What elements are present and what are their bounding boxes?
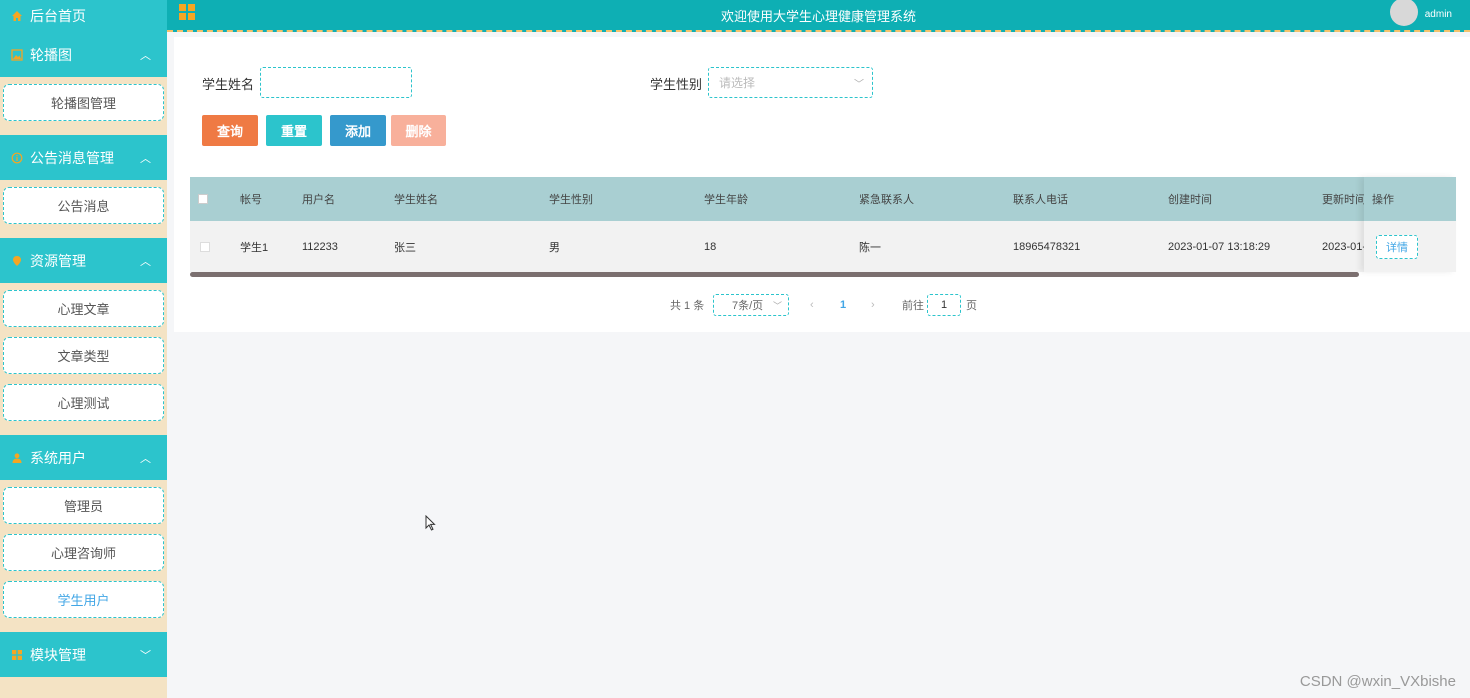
sidebar-item-notice[interactable]: 公告消息 (3, 187, 164, 224)
next-page-icon[interactable]: › (871, 293, 875, 317)
chevron-up-icon: ︿ (140, 49, 151, 62)
sidebar-group-label: 公告消息管理 (30, 149, 114, 166)
pagination: 共 1 条 7条/页 ﹀ ‹ 1 › 前往 1 页 (174, 293, 1470, 317)
select-all-checkbox[interactable] (198, 177, 218, 221)
chevron-down-icon: ﹀ (772, 300, 782, 311)
column-header[interactable]: 用户名 (302, 177, 382, 221)
sidebar-group-system-users[interactable]: 系统用户 ︿ (0, 435, 167, 480)
cell-name: 张三 (394, 241, 416, 254)
cell-age: 18 (704, 240, 717, 253)
total-count: 共 1 条 (670, 300, 705, 312)
location-icon (10, 254, 24, 268)
sidebar-group-label: 轮播图 (30, 46, 72, 63)
sidebar-group-modules[interactable]: 模块管理 ﹀ (0, 632, 167, 677)
add-button[interactable]: 添加 (330, 115, 386, 146)
column-header[interactable]: 联系人电话 (1013, 177, 1113, 221)
cell-phone: 18965478321 (1013, 240, 1081, 253)
column-header[interactable]: 帐号 (240, 177, 290, 221)
main-panel: 学生姓名 学生性别 请选择 ﹀ 查询 重置 添加 删除 帐号 用户名 学生姓名 … (174, 37, 1470, 332)
cell-updated: 2023-01- (1322, 240, 1364, 253)
sidebar-group-label: 资源管理 (30, 252, 86, 269)
student-name-label: 学生姓名 (202, 77, 255, 92)
user-icon (10, 451, 24, 465)
chevron-up-icon: ︿ (140, 452, 151, 465)
horizontal-scrollbar[interactable] (190, 272, 1359, 277)
page-size-select[interactable]: 7条/页 ﹀ (713, 294, 789, 316)
delete-button[interactable]: 删除 (391, 115, 446, 146)
home-icon (10, 9, 24, 23)
table-row: 学生1 112233 张三 男 18 陈一 18965478321 2023-0… (190, 221, 1456, 272)
goto-suffix: 页 (966, 300, 977, 312)
sidebar-item-label: 后台首页 (30, 8, 86, 24)
cell-username: 112233 (302, 240, 338, 253)
column-header: 操作 (1364, 177, 1456, 221)
sidebar-item-psych-articles[interactable]: 心理文章 (3, 290, 164, 327)
goto-page-input[interactable]: 1 (927, 294, 961, 316)
sidebar-group-resources[interactable]: 资源管理 ︿ (0, 238, 167, 283)
goto-label: 前往 (902, 300, 924, 312)
sidebar-item-home[interactable]: 后台首页 (0, 0, 167, 32)
image-icon (10, 48, 24, 62)
username[interactable]: admin (1425, 9, 1452, 20)
page-size-value: 7条/页 (732, 300, 764, 312)
sidebar: 后台首页 轮播图 ︿ 轮播图管理 公告消息管理 ︿ 公告消息 资源管理 ︿ 心理… (0, 0, 167, 698)
detail-button[interactable]: 详情 (1376, 235, 1418, 259)
select-placeholder: 请选择 (719, 76, 756, 90)
current-page[interactable]: 1 (840, 293, 846, 317)
students-table: 帐号 用户名 学生姓名 学生性别 学生年龄 紧急联系人 联系人电话 创建时间 更… (190, 177, 1456, 277)
sidebar-group-label: 模块管理 (30, 646, 86, 663)
grid-icon (10, 648, 24, 662)
sidebar-group-notice[interactable]: 公告消息管理 ︿ (0, 135, 167, 180)
sidebar-item-carousel-management[interactable]: 轮播图管理 (3, 84, 164, 121)
chevron-down-icon: ﹀ (140, 649, 151, 662)
info-icon (10, 151, 24, 165)
chevron-up-icon: ︿ (140, 152, 151, 165)
prev-page-icon[interactable]: ‹ (810, 293, 814, 317)
student-gender-select[interactable]: 请选择 ﹀ (708, 67, 873, 98)
sidebar-item-student-users[interactable]: 学生用户 (3, 581, 164, 618)
column-header[interactable]: 更新时间 (1322, 177, 1364, 221)
top-bar: 欢迎使用大学生心理健康管理系统 admin (167, 0, 1470, 32)
student-name-input[interactable] (260, 67, 412, 98)
cell-gender: 男 (549, 241, 560, 254)
app-title: 欢迎使用大学生心理健康管理系统 (720, 9, 916, 24)
watermark: CSDN @wxin_VXbishe (1299, 673, 1456, 690)
sidebar-item-counselors[interactable]: 心理咨询师 (3, 534, 164, 571)
sidebar-submenu: 心理文章 文章类型 心理测试 (0, 283, 167, 435)
student-gender-label: 学生性别 (650, 77, 703, 92)
reset-button[interactable]: 重置 (266, 115, 322, 146)
sidebar-submenu: 管理员 心理咨询师 学生用户 (0, 480, 167, 632)
sidebar-item-article-types[interactable]: 文章类型 (3, 337, 164, 374)
cell-contact: 陈一 (859, 241, 881, 254)
row-checkbox[interactable] (200, 221, 220, 272)
cell-created: 2023-01-07 13:18:29 (1168, 240, 1271, 253)
column-header[interactable]: 紧急联系人 (859, 177, 959, 221)
column-header[interactable]: 学生姓名 (394, 177, 494, 221)
sidebar-group-label: 系统用户 (30, 449, 86, 466)
column-header[interactable]: 学生性别 (549, 177, 649, 221)
chevron-down-icon: ﹀ (854, 79, 864, 90)
sidebar-submenu: 轮播图管理 (0, 77, 167, 135)
fixed-action-column: 操作 详情 (1364, 177, 1456, 272)
table-header: 帐号 用户名 学生姓名 学生性别 学生年龄 紧急联系人 联系人电话 创建时间 更… (190, 177, 1456, 221)
column-header[interactable]: 创建时间 (1168, 177, 1268, 221)
query-button[interactable]: 查询 (202, 115, 258, 146)
sidebar-group-carousel[interactable]: 轮播图 ︿ (0, 32, 167, 77)
sidebar-submenu: 公告消息 (0, 180, 167, 238)
column-header[interactable]: 学生年龄 (704, 177, 804, 221)
cell-account: 学生1 (240, 241, 269, 254)
chevron-up-icon: ︿ (140, 255, 151, 268)
sidebar-item-admins[interactable]: 管理员 (3, 487, 164, 524)
sidebar-item-psych-tests[interactable]: 心理测试 (3, 384, 164, 421)
